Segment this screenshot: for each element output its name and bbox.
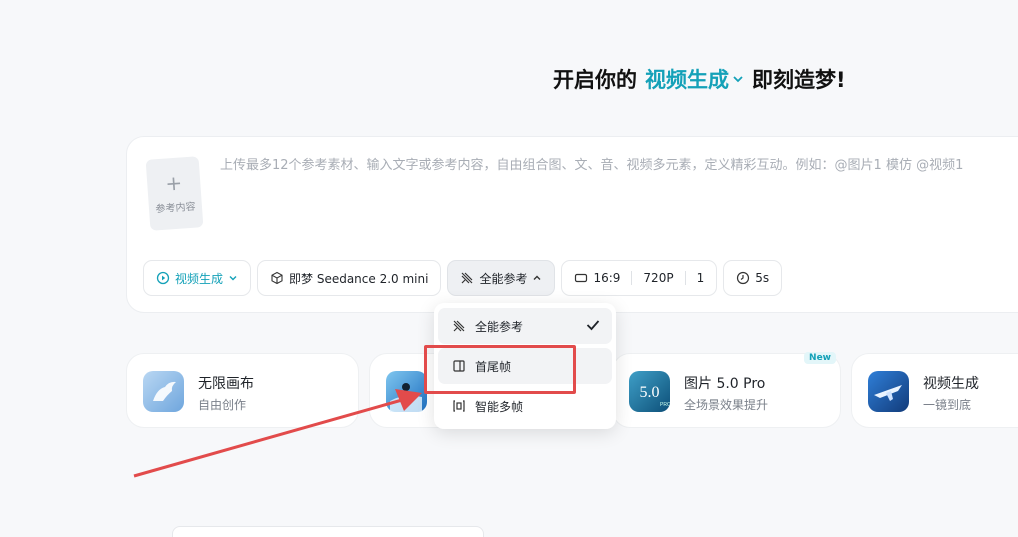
- feature-title: 图片 5.0 Pro: [684, 376, 766, 392]
- feature-subtitle: 全场景效果提升: [684, 398, 769, 412]
- plus-icon: +: [164, 170, 183, 196]
- dropdown-item-label: 全能参考: [475, 319, 524, 334]
- multi-frame-icon: [452, 399, 466, 413]
- cube-icon: [270, 271, 284, 285]
- count-value: 1: [696, 271, 705, 285]
- duration-value: 5s: [755, 271, 770, 285]
- model-select-button[interactable]: 即梦 Seedance 2.0 mini: [257, 260, 442, 296]
- chevron-down-icon: [228, 273, 238, 283]
- new-badge: New: [804, 352, 836, 364]
- reference-upload-button[interactable]: + 参考内容: [145, 156, 204, 231]
- plane-thumb: [868, 371, 909, 412]
- all-reference-icon: [460, 271, 474, 285]
- chevron-up-icon: [532, 273, 542, 283]
- prompt-input[interactable]: 上传最多12个参考素材、输入文字或参考内容，自由组合图、文、音、视频多元素，定义…: [220, 154, 1018, 173]
- ratio-value: 16:9: [593, 271, 621, 285]
- dropdown-item-label: 智能多帧: [475, 399, 524, 414]
- resolution-value: 720P: [643, 271, 674, 285]
- page-headline: 开启你的 视频生成 即刻造梦!: [553, 64, 846, 94]
- feature-card-video[interactable]: 视频生成 一镜到底: [851, 353, 1018, 428]
- mode-label: 视频生成: [175, 271, 224, 286]
- headline-suffix: 即刻造梦!: [752, 68, 846, 92]
- divider: [684, 271, 686, 285]
- svg-text:PRO: PRO: [660, 402, 670, 408]
- pegasus-thumb: [143, 371, 184, 412]
- feature-card-image-5-pro[interactable]: 5.0 PRO 图片 5.0 Pro 全场景效果提升 New: [612, 352, 841, 428]
- surf-thumb: [386, 371, 427, 412]
- image-5-thumb: 5.0 PRO: [629, 371, 671, 412]
- feature-title: 视频生成: [923, 376, 979, 392]
- prompt-card: + 参考内容 上传最多12个参考素材、输入文字或参考内容，自由组合图、文、音、视…: [126, 136, 1018, 313]
- output-settings-button[interactable]: 16:9 720P 1: [561, 260, 718, 296]
- clock-icon: [736, 271, 750, 285]
- feature-card-canvas[interactable]: 无限画布 自由创作: [126, 353, 359, 428]
- reference-mode-button[interactable]: 全能参考: [447, 260, 556, 296]
- headline-prefix: 开启你的: [553, 68, 637, 92]
- headline-mode-selector[interactable]: 视频生成: [645, 64, 729, 94]
- svg-text:5.0: 5.0: [640, 384, 660, 401]
- video-play-icon: [156, 271, 170, 285]
- upload-label: 参考内容: [155, 201, 196, 216]
- chevron-down-icon[interactable]: [732, 73, 744, 85]
- dropdown-item-all-reference[interactable]: 全能参考: [438, 308, 612, 344]
- divider: [631, 271, 633, 285]
- all-reference-icon: [452, 319, 466, 333]
- bottom-card: [172, 526, 484, 537]
- prompt-toolbar: 视频生成 即梦 Seedance 2.0 mini 全能参考 16:9 720P…: [143, 260, 783, 296]
- annotation-highlight-box: [424, 345, 576, 394]
- duration-button[interactable]: 5s: [723, 260, 783, 296]
- model-label: 即梦 Seedance 2.0 mini: [289, 271, 429, 286]
- checkmark-icon: [586, 319, 600, 334]
- feature-subtitle: 自由创作: [198, 398, 247, 412]
- aspect-ratio-icon: [574, 271, 588, 285]
- reference-label: 全能参考: [479, 271, 528, 286]
- feature-title: 无限画布: [198, 376, 254, 392]
- mode-select-button[interactable]: 视频生成: [143, 260, 252, 296]
- feature-subtitle: 一镜到底: [923, 398, 972, 412]
